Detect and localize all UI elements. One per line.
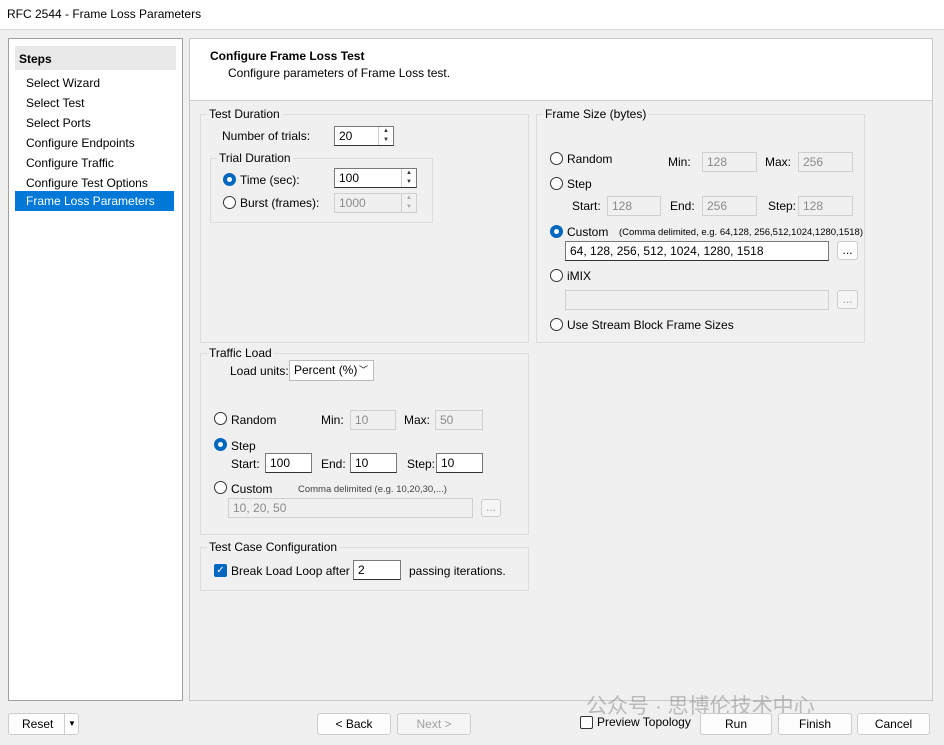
load-custom-hint: Comma delimited (e.g. 10,20,30,...) xyxy=(298,484,447,495)
frame-end-input[interactable]: 256 xyxy=(702,196,757,216)
imix-input[interactable] xyxy=(565,290,829,310)
load-units-value: Percent (%) xyxy=(294,363,358,377)
trials-label: Number of trials: xyxy=(222,129,311,143)
time-value: 100 xyxy=(339,171,360,185)
load-step-radio[interactable] xyxy=(214,438,227,451)
traffic-load-legend: Traffic Load xyxy=(207,346,274,360)
load-units-select[interactable]: Percent (%) ﹀ xyxy=(289,360,374,381)
reset-label: Reset xyxy=(22,717,54,731)
break-load-loop-checkbox[interactable]: ✓ xyxy=(214,564,227,577)
spin-arrows-icon[interactable]: ▲ ▼ xyxy=(401,194,416,212)
load-end-input[interactable]: 10 xyxy=(350,453,397,473)
load-random-radio[interactable] xyxy=(214,412,227,425)
frame-end-label: End: xyxy=(670,199,695,213)
load-max-label: Max: xyxy=(404,413,431,427)
steps-sidebar: Steps Select Wizard Select Test Select P… xyxy=(8,38,183,701)
sidebar-item-frame-loss-parameters[interactable]: Frame Loss Parameters xyxy=(15,191,174,211)
spin-arrows-icon[interactable]: ▲ ▼ xyxy=(378,127,393,145)
frame-size-legend: Frame Size (bytes) xyxy=(543,107,649,121)
break-iterations-input[interactable]: 2 xyxy=(353,560,401,580)
frame-step-radio[interactable] xyxy=(550,177,563,190)
load-step-size-input[interactable]: 10 xyxy=(436,453,483,473)
checkmark-icon: ✓ xyxy=(216,565,225,576)
load-units-label: Load units: xyxy=(230,364,289,378)
load-start-label: Start: xyxy=(231,457,260,471)
time-stepper[interactable]: 100 ▲ ▼ xyxy=(334,168,417,188)
load-step-label: Step xyxy=(231,439,256,453)
page-subtitle: Configure parameters of Frame Loss test. xyxy=(228,66,451,80)
frame-custom-hint: (Comma delimited, e.g. 64,128, 256,512,1… xyxy=(619,227,863,238)
dropdown-arrow-icon[interactable]: ▼ xyxy=(64,714,79,734)
trial-duration-legend: Trial Duration xyxy=(217,151,293,165)
frame-max-input[interactable]: 256 xyxy=(798,152,853,172)
test-case-legend: Test Case Configuration xyxy=(207,540,340,554)
sidebar-item-configure-test-options[interactable]: Configure Test Options xyxy=(15,173,174,193)
load-start-input[interactable]: 100 xyxy=(265,453,312,473)
load-end-label: End: xyxy=(321,457,346,471)
back-button[interactable]: < Back xyxy=(317,713,391,735)
imix-browse-button[interactable]: ... xyxy=(837,290,858,309)
reset-button[interactable]: Reset ▼ xyxy=(8,713,79,735)
load-custom-label: Custom xyxy=(231,482,273,496)
frame-start-label: Start: xyxy=(572,199,601,213)
sidebar-item-configure-traffic[interactable]: Configure Traffic xyxy=(15,153,174,173)
finish-button[interactable]: Finish xyxy=(778,713,852,735)
page-header: Configure Frame Loss Test Configure para… xyxy=(190,39,932,101)
time-radio[interactable] xyxy=(223,173,236,186)
load-step-size-label: Step: xyxy=(407,457,436,471)
stream-block-label: Use Stream Block Frame Sizes xyxy=(567,318,734,332)
next-button[interactable]: Next > xyxy=(397,713,471,735)
spin-arrows-icon[interactable]: ▲ ▼ xyxy=(401,169,416,187)
frame-custom-input[interactable]: 64, 128, 256, 512, 1024, 1280, 1518 xyxy=(565,241,829,261)
test-duration-legend: Test Duration xyxy=(207,107,282,121)
frame-min-input[interactable]: 128 xyxy=(702,152,757,172)
load-min-label: Min: xyxy=(321,413,344,427)
sidebar-item-select-ports[interactable]: Select Ports xyxy=(15,113,174,133)
passing-iterations-label: passing iterations. xyxy=(409,564,506,578)
sidebar-item-configure-endpoints[interactable]: Configure Endpoints xyxy=(15,133,174,153)
title-bar: RFC 2544 - Frame Loss Parameters xyxy=(0,0,944,30)
load-custom-browse-button[interactable]: ... xyxy=(481,499,501,517)
frame-random-radio[interactable] xyxy=(550,152,563,165)
frame-step-size-label: Step: xyxy=(768,199,797,213)
burst-value: 1000 xyxy=(339,196,366,210)
frame-max-label: Max: xyxy=(765,155,792,169)
window-title: RFC 2544 - Frame Loss Parameters xyxy=(7,7,202,21)
stream-block-radio[interactable] xyxy=(550,318,563,331)
load-min-input[interactable]: 10 xyxy=(350,410,396,430)
frame-custom-label: Custom xyxy=(567,225,609,239)
burst-stepper[interactable]: 1000 ▲ ▼ xyxy=(334,193,417,213)
load-random-label: Random xyxy=(231,413,277,427)
burst-radio[interactable] xyxy=(223,196,236,209)
time-label: Time (sec): xyxy=(240,173,300,187)
load-custom-input[interactable]: 10, 20, 50 xyxy=(228,498,473,518)
imix-radio[interactable] xyxy=(550,269,563,282)
sidebar-item-select-test[interactable]: Select Test xyxy=(15,93,174,113)
trials-stepper[interactable]: 20 ▲ ▼ xyxy=(334,126,394,146)
chevron-down-icon: ﹀ xyxy=(358,365,368,375)
run-button[interactable]: Run xyxy=(700,713,772,735)
frame-start-input[interactable]: 128 xyxy=(607,196,661,216)
frame-step-size-input[interactable]: 128 xyxy=(798,196,853,216)
break-load-loop-label: Break Load Loop after xyxy=(231,564,350,578)
test-duration-group: Test Duration xyxy=(200,107,529,343)
imix-label: iMIX xyxy=(567,269,591,283)
sidebar-item-select-wizard[interactable]: Select Wizard xyxy=(15,73,174,93)
cancel-button[interactable]: Cancel xyxy=(857,713,930,735)
load-custom-radio[interactable] xyxy=(214,481,227,494)
preview-topology-checkbox[interactable] xyxy=(580,716,593,729)
frame-custom-radio[interactable] xyxy=(550,225,563,238)
frame-random-label: Random xyxy=(567,152,613,166)
trials-value: 20 xyxy=(339,129,353,143)
preview-topology-label: Preview Topology xyxy=(597,715,691,729)
frame-custom-browse-button[interactable]: ... xyxy=(837,241,858,260)
frame-min-label: Min: xyxy=(668,155,691,169)
burst-label: Burst (frames): xyxy=(240,196,320,210)
steps-header: Steps xyxy=(15,46,176,70)
page-title: Configure Frame Loss Test xyxy=(210,49,365,63)
frame-step-label: Step xyxy=(567,177,592,191)
load-max-input[interactable]: 50 xyxy=(435,410,483,430)
